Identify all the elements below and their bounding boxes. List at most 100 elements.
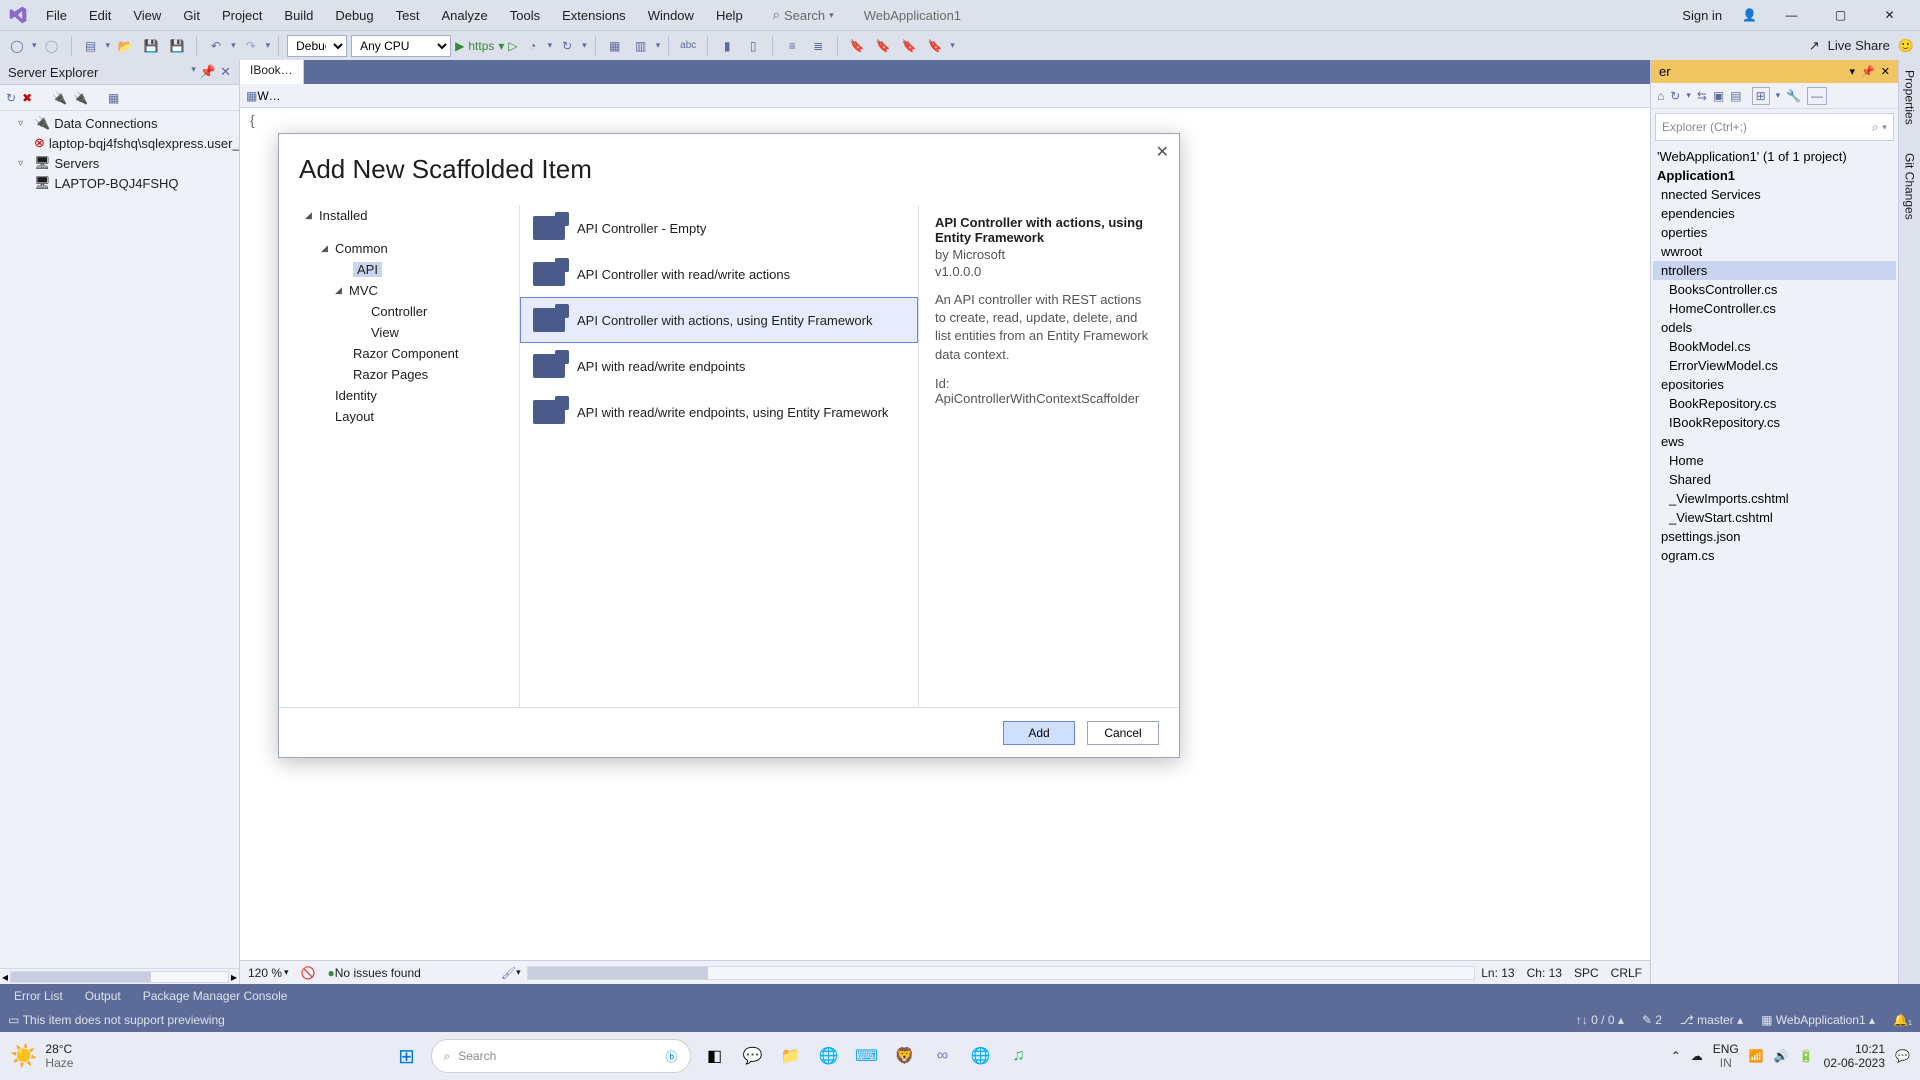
connection-row[interactable]: ⊗ laptop-bqj4fshq\sqlexpress.user_reg.db… (4, 133, 235, 153)
git-updown[interactable]: ↑↓ 0 / 0 ▴ (1576, 1013, 1624, 1027)
taskview-icon[interactable]: ◧ (701, 1042, 729, 1070)
stop-icon[interactable]: ✖ (22, 91, 32, 105)
tray-chevron-icon[interactable]: ⌃ (1671, 1049, 1681, 1063)
lang-1[interactable]: ENG (1713, 1042, 1739, 1056)
reload-icon[interactable]: ↻ (556, 35, 578, 57)
menu-test[interactable]: Test (386, 4, 430, 27)
close-panel-icon[interactable]: ✕ (220, 64, 231, 80)
program-cs[interactable]: ogram.cs (1653, 546, 1896, 565)
close-panel-icon[interactable]: ✕ (1881, 65, 1890, 78)
menu-file[interactable]: File (36, 4, 77, 27)
sync-icon[interactable]: ↻ (1670, 89, 1680, 103)
status-solution[interactable]: ▦ WebApplication1 ▴ (1761, 1013, 1875, 1027)
cat-identity[interactable]: Identity (299, 385, 519, 406)
editor-tab-ibook[interactable]: IBook… (240, 60, 304, 84)
messenger-icon[interactable]: 💬 (739, 1042, 767, 1070)
search-box[interactable]: ⌕ Search ▾ (773, 7, 834, 23)
cat-installed[interactable]: ◢Installed (299, 205, 519, 226)
appsettings[interactable]: psettings.json (1653, 527, 1896, 546)
file-row[interactable]: Home (1653, 451, 1896, 470)
lang-2[interactable]: IN (1713, 1056, 1739, 1070)
bookmark-icon[interactable]: 🔖 (846, 35, 868, 57)
char-indicator[interactable]: Ch: 13 (1527, 966, 1562, 980)
issues-status[interactable]: No issues found (335, 966, 421, 980)
open-icon[interactable]: 📂 (114, 35, 136, 57)
tb-g[interactable]: ≣ (807, 35, 829, 57)
save-icon[interactable]: 💾 (140, 35, 162, 57)
servers-node[interactable]: ▿🖥 Servers (4, 153, 235, 173)
file-row[interactable]: BookModel.cs (1653, 337, 1896, 356)
signin-button[interactable]: Sign in (1674, 4, 1730, 27)
file-row[interactable]: BooksController.cs (1653, 280, 1896, 299)
taskbar-search[interactable]: ⌕ Search ⓑ (431, 1039, 691, 1073)
dialog-close-button[interactable]: ✕ (1156, 142, 1169, 162)
zoom-level[interactable]: 120 % (248, 966, 282, 980)
new-icon[interactable]: ▤ (80, 35, 102, 57)
browser-icon[interactable]: ◔ (522, 35, 544, 57)
data-icon[interactable]: ▦ (108, 91, 119, 105)
repositories-folder[interactable]: epositories (1653, 375, 1896, 394)
add-button[interactable]: Add (1003, 721, 1075, 745)
tb-e[interactable]: ▯ (742, 35, 764, 57)
show2-icon[interactable]: ▤ (1730, 89, 1741, 103)
template-item[interactable]: API Controller - Empty (520, 205, 918, 251)
connect2-icon[interactable]: 🔌 (73, 91, 88, 105)
tb-a[interactable]: ▦ (604, 35, 626, 57)
tb-f[interactable]: ≡ (781, 35, 803, 57)
connected-services[interactable]: nnected Services (1653, 185, 1896, 204)
home-icon[interactable]: ⌂ (1657, 89, 1664, 103)
eol-indicator[interactable]: CRLF (1611, 966, 1642, 980)
volume-icon[interactable]: 🔊 (1774, 1049, 1789, 1063)
tab-errorlist[interactable]: Error List (4, 985, 73, 1007)
vtab-properties[interactable]: Properties (1901, 66, 1919, 129)
forward-icon[interactable]: ◯ (41, 35, 63, 57)
cat-razorcomp[interactable]: Razor Component (299, 343, 519, 364)
server-explorer-scrollbar[interactable]: ◂▸ (0, 968, 239, 984)
minimize-button[interactable]: — (1769, 0, 1814, 30)
collapse-icon[interactable]: ⇆ (1697, 89, 1707, 103)
vtab-gitchanges[interactable]: Git Changes (1901, 149, 1919, 224)
menu-help[interactable]: Help (706, 4, 753, 27)
datetime[interactable]: 10:21 02-06-2023 (1824, 1042, 1885, 1070)
menu-analyze[interactable]: Analyze (431, 4, 497, 27)
sw-icon[interactable]: — (1807, 87, 1827, 105)
template-item[interactable]: API with read/write endpoints, using Ent… (520, 389, 918, 435)
cancel-button[interactable]: Cancel (1087, 721, 1159, 745)
tab-pmc[interactable]: Package Manager Console (133, 985, 298, 1007)
file-row[interactable]: Shared (1653, 470, 1896, 489)
connect-icon[interactable]: 🔌 (52, 91, 67, 105)
menu-tools[interactable]: Tools (500, 4, 550, 27)
git-branch[interactable]: ⎇ master ▴ (1680, 1013, 1743, 1027)
maximize-button[interactable]: ▢ (1818, 0, 1863, 30)
file-row[interactable]: _ViewStart.cshtml (1653, 508, 1896, 527)
platform-select[interactable]: Any CPU (351, 35, 451, 57)
template-item-selected[interactable]: API Controller with actions, using Entit… (520, 297, 918, 343)
chrome2-icon[interactable]: 🌐 (967, 1042, 995, 1070)
dependencies[interactable]: ependencies (1653, 204, 1896, 223)
back-icon[interactable]: ◯ (6, 35, 28, 57)
editor-h-scrollbar[interactable] (527, 966, 1476, 980)
file-row[interactable]: _ViewImports.cshtml (1653, 489, 1896, 508)
pin-icon[interactable]: 📌 (1861, 65, 1875, 78)
onedrive-icon[interactable]: ☁ (1691, 1049, 1703, 1063)
controllers-folder[interactable]: ntrollers (1653, 261, 1896, 280)
template-item[interactable]: API Controller with read/write actions (520, 251, 918, 297)
editor-subtab[interactable]: W… (257, 89, 280, 103)
explorer-icon[interactable]: 📁 (777, 1042, 805, 1070)
weather-widget[interactable]: ☀️ 28°CHaze (10, 1042, 73, 1070)
user-icon[interactable]: 👤 (1734, 4, 1765, 26)
notif-icon[interactable]: 💬 (1895, 1049, 1910, 1063)
file-row[interactable]: ErrorViewModel.cs (1653, 356, 1896, 375)
spaces-indicator[interactable]: SPC (1574, 966, 1599, 980)
bookmark2-icon[interactable]: 🔖 (872, 35, 894, 57)
dropdown-icon[interactable]: ▾ (191, 64, 196, 80)
run-button[interactable]: ▶ https ▾ (455, 39, 504, 53)
menu-git[interactable]: Git (173, 4, 210, 27)
vscode-icon[interactable]: ⌨ (853, 1042, 881, 1070)
tb-c[interactable]: abc (677, 35, 699, 57)
file-row[interactable]: IBookRepository.cs (1653, 413, 1896, 432)
file-row[interactable]: HomeController.cs (1653, 299, 1896, 318)
solution-root[interactable]: 'WebApplication1' (1 of 1 project) (1653, 147, 1896, 166)
line-indicator[interactable]: Ln: 13 (1481, 966, 1514, 980)
menu-debug[interactable]: Debug (325, 4, 383, 27)
